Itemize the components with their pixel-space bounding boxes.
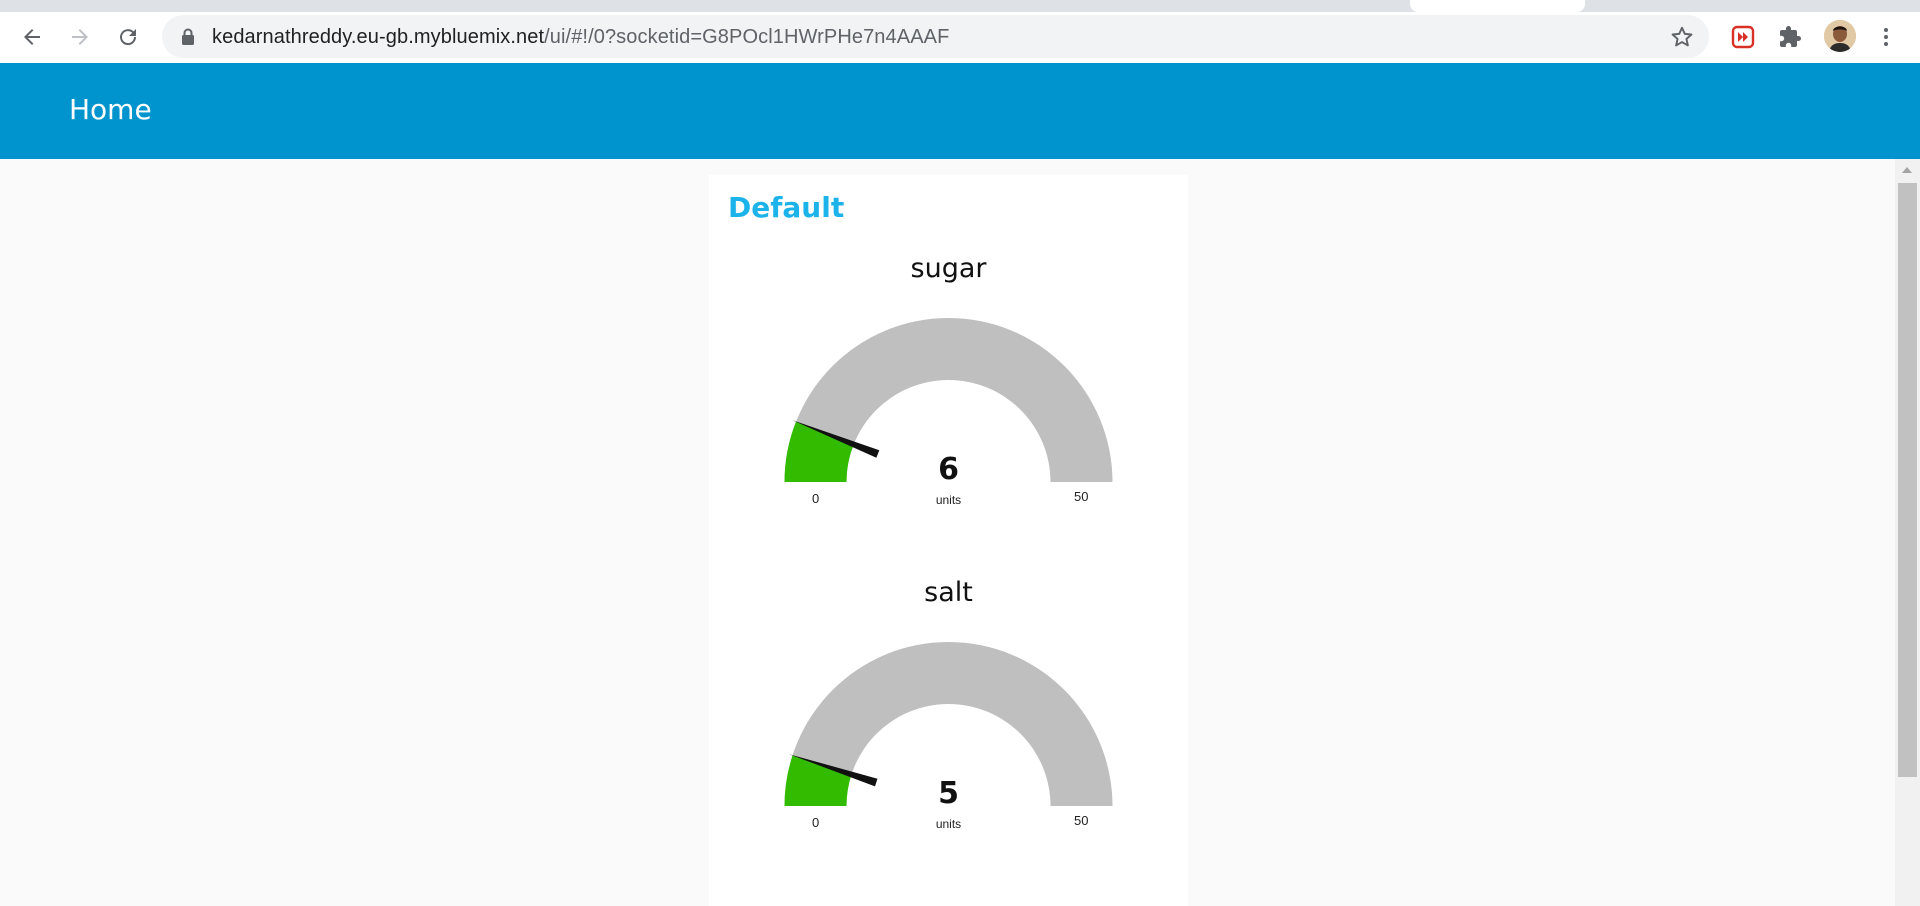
browser-menu-button[interactable] [1870,21,1902,53]
url-host: kedarnathreddy.eu-gb.mybluemix.net [212,26,545,48]
gauge-units: units [935,493,962,507]
extension-icon [1731,25,1755,49]
puzzle-icon [1780,26,1801,47]
app-header: Home [0,63,1920,159]
extensions-menu-button[interactable] [1774,21,1806,53]
gauge-units: units [935,817,962,831]
menu-icon [1884,28,1888,46]
profile-avatar[interactable] [1824,20,1856,52]
gauge-sugar: sugar 6 units 0 50 [709,253,1188,553]
reload-button[interactable] [111,20,145,54]
lock-icon [182,28,194,45]
extension-button[interactable] [1727,21,1759,53]
url-text: kedarnathreddy.eu-gb.mybluemix.net/ui/#!… [212,26,949,49]
gauge-dial [784,642,1113,806]
star-icon[interactable] [1669,24,1695,50]
gauge-salt: salt 5 units 0 50 [709,577,1188,877]
page-title: Home [69,93,152,126]
active-tab[interactable] [1410,0,1585,12]
page-scrollbar[interactable] [1895,159,1920,906]
reload-icon [120,29,137,46]
gauge-value: 5 [938,776,959,811]
scroll-up-arrow-icon[interactable] [1902,167,1912,173]
url-path: /ui/#!/0?socketid=G8POcl1HWrPHe7n4AAAF [544,26,950,48]
forward-button[interactable] [63,20,97,54]
browser-toolbar: kedarnathreddy.eu-gb.mybluemix.net/ui/#!… [0,12,1920,63]
tab-strip [0,0,1920,12]
gauge-max: 50 [1074,489,1089,504]
address-bar[interactable]: kedarnathreddy.eu-gb.mybluemix.net/ui/#!… [162,15,1709,58]
gauge-value: 6 [938,452,959,487]
gauge-dial [784,318,1113,482]
back-button[interactable] [15,20,49,54]
gauge-max: 50 [1074,813,1089,828]
group-card: Default sugar 6 units 0 50 salt 5 units … [709,175,1188,906]
group-title: Default [728,191,845,224]
dashboard-content: Default sugar 6 units 0 50 salt 5 units … [0,159,1895,906]
forward-icon [72,29,88,45]
scrollbar-thumb[interactable] [1898,183,1917,777]
avatar-icon [1824,20,1856,52]
gauge-min: 0 [812,815,820,830]
back-icon [24,29,40,45]
gauge-min: 0 [812,491,820,506]
